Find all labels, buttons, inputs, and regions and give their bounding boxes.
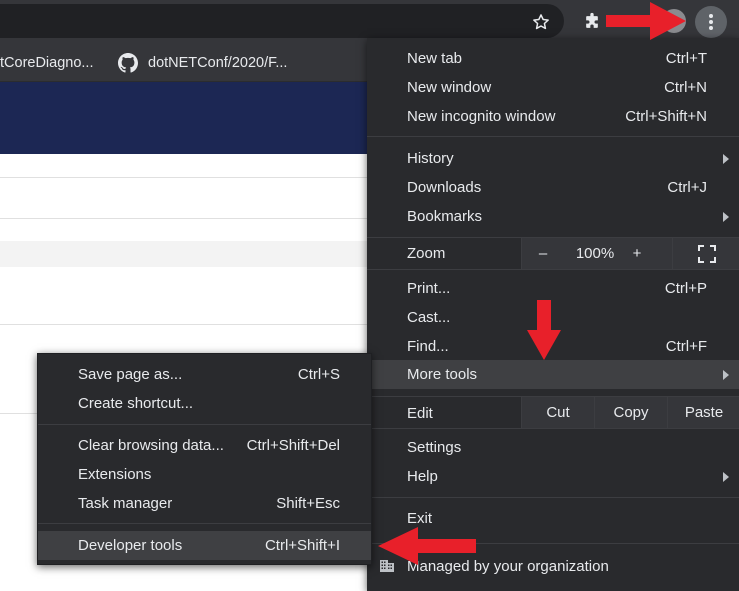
menu-item-new-tab[interactable]: New tab Ctrl+T: [367, 44, 739, 73]
menu-item-downloads[interactable]: Downloads Ctrl+J: [367, 173, 739, 202]
menu-item-shortcut: Ctrl+S: [297, 366, 340, 383]
submenu-arrow-icon: [723, 471, 729, 482]
menu-item-shortcut: Ctrl+Shift+Del: [246, 437, 340, 454]
menu-item-label: Print...: [407, 280, 451, 297]
annotation-arrow-left-icon: [378, 527, 476, 565]
menu-separator: [367, 428, 739, 429]
menu-separator: [38, 523, 371, 524]
menu-item-shortcut: Ctrl+J: [667, 179, 707, 196]
paste-label: Paste: [684, 404, 724, 421]
menu-item-label: New window: [407, 79, 492, 96]
zoom-row: Zoom – 100% +: [367, 238, 739, 269]
submenu-item-task-manager[interactable]: Task manager Shift+Esc: [38, 489, 371, 518]
menu-separator: [367, 136, 739, 137]
zoom-in-button[interactable]: +: [628, 245, 646, 262]
copy-label: Copy: [613, 404, 649, 421]
zoom-controls: – 100% +: [521, 238, 739, 269]
zoom-level: 100%: [575, 245, 615, 262]
submenu-arrow-icon: [723, 369, 729, 380]
zoom-label: Zoom: [407, 245, 446, 262]
menu-item-label: Save page as...: [78, 366, 183, 383]
submenu-item-clear-browsing-data[interactable]: Clear browsing data... Ctrl+Shift+Del: [38, 431, 371, 460]
kebab-menu-icon[interactable]: [695, 6, 727, 38]
submenu-item-developer-tools[interactable]: Developer tools Ctrl+Shift+I: [38, 531, 371, 560]
address-bar[interactable]: [0, 4, 564, 38]
menu-item-label: More tools: [407, 366, 478, 383]
menu-item-settings[interactable]: Settings: [367, 433, 739, 462]
copy-button[interactable]: Copy: [594, 397, 667, 428]
menu-item-label: Extensions: [78, 466, 152, 483]
menu-separator: [38, 424, 371, 425]
menu-separator: [367, 497, 739, 498]
menu-item-label: History: [407, 150, 454, 167]
menu-item-shortcut: Ctrl+Shift+N: [625, 108, 707, 125]
bookmark-item[interactable]: tCoreDiagno...: [0, 44, 94, 81]
submenu-arrow-icon: [723, 153, 729, 164]
menu-item-label: Help: [407, 468, 438, 485]
menu-item-shortcut: Shift+Esc: [276, 495, 340, 512]
menu-item-history[interactable]: History: [367, 144, 739, 173]
menu-item-label: Bookmarks: [407, 208, 483, 225]
menu-item-shortcut: Ctrl+N: [664, 79, 707, 96]
menu-item-label: Settings: [407, 439, 462, 456]
submenu-arrow-icon: [723, 211, 729, 222]
menu-item-print[interactable]: Print... Ctrl+P: [367, 274, 739, 303]
menu-item-shortcut: Ctrl+F: [665, 338, 707, 355]
annotation-arrow-right-icon: [606, 2, 686, 40]
zoom-out-button[interactable]: –: [534, 245, 552, 262]
submenu-item-create-shortcut[interactable]: Create shortcut...: [38, 389, 371, 418]
menu-item-more-tools[interactable]: More tools: [367, 360, 739, 389]
menu-item-shortcut: Ctrl+T: [665, 50, 707, 67]
more-tools-submenu: Save page as... Ctrl+S Create shortcut..…: [37, 353, 372, 565]
menu-item-shortcut: Ctrl+Shift+I: [264, 537, 340, 554]
bookmark-item[interactable]: dotNETConf/2020/F...: [118, 44, 287, 81]
edit-label: Edit: [407, 405, 433, 422]
menu-item-label: Task manager: [78, 495, 173, 512]
cut-button[interactable]: Cut: [522, 397, 594, 428]
github-icon: [118, 52, 138, 73]
menu-item-label: Downloads: [407, 179, 482, 196]
menu-item-label: Exit: [407, 510, 433, 527]
menu-item-label: Create shortcut...: [78, 395, 194, 412]
menu-item-new-window[interactable]: New window Ctrl+N: [367, 73, 739, 102]
bookmark-label: dotNETConf/2020/F...: [148, 54, 288, 71]
bookmark-label: tCoreDiagno...: [0, 54, 94, 71]
edit-row: Edit Cut Copy Paste: [367, 397, 739, 428]
menu-item-help[interactable]: Help: [367, 462, 739, 491]
cut-label: Cut: [546, 404, 570, 421]
menu-separator: [367, 269, 739, 270]
menu-item-label: Cast...: [407, 309, 451, 326]
menu-item-new-incognito-window[interactable]: New incognito window Ctrl+Shift+N: [367, 102, 739, 131]
menu-item-label: New incognito window: [407, 108, 556, 125]
menu-item-label: Clear browsing data...: [78, 437, 224, 454]
menu-item-label: New tab: [407, 50, 463, 67]
paste-button[interactable]: Paste: [667, 397, 739, 428]
puzzle-icon[interactable]: [578, 8, 606, 36]
menu-item-bookmarks[interactable]: Bookmarks: [367, 202, 739, 231]
fullscreen-icon[interactable]: [672, 238, 739, 269]
menu-item-label: Developer tools: [78, 537, 183, 554]
annotation-arrow-down-icon: [527, 300, 561, 360]
star-icon[interactable]: [527, 8, 555, 36]
menu-item-label: Find...: [407, 338, 449, 355]
menu-item-shortcut: Ctrl+P: [664, 280, 707, 297]
submenu-item-save-page[interactable]: Save page as... Ctrl+S: [38, 360, 371, 389]
edit-controls: Cut Copy Paste: [521, 397, 739, 428]
submenu-item-extensions[interactable]: Extensions: [38, 460, 371, 489]
